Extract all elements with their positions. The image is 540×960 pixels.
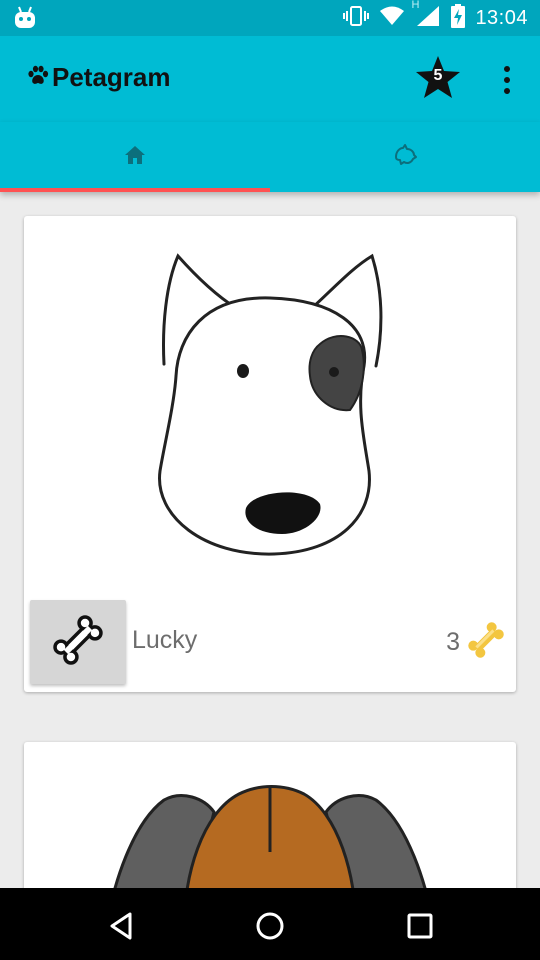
- tab-home[interactable]: [0, 122, 270, 192]
- pet-card: Lucky 3: [24, 216, 516, 692]
- star-icon: [414, 56, 462, 106]
- pet-photo: [84, 216, 456, 594]
- bone-icon: [50, 612, 106, 672]
- tab-bar: [0, 122, 540, 192]
- tab-pets[interactable]: [270, 122, 540, 192]
- app-bar: Petagram 5: [0, 36, 540, 122]
- signal-icon: H: [411, 0, 441, 31]
- favorites-count: 5: [433, 67, 443, 84]
- back-icon[interactable]: [102, 906, 142, 946]
- bone-icon: [464, 618, 508, 666]
- pet-list[interactable]: Lucky 3: [0, 192, 540, 888]
- status-bar: H 13:04: [0, 0, 540, 36]
- dog-icon: [392, 143, 418, 171]
- home-icon: [123, 144, 147, 170]
- paw-icon: [26, 64, 50, 92]
- navigation-bar: [0, 888, 540, 960]
- home-circle-icon[interactable]: [250, 906, 290, 946]
- android-icon: [12, 6, 38, 34]
- like-count: 3: [446, 627, 460, 656]
- pet-card: [24, 742, 516, 888]
- like-counter: 3: [446, 618, 508, 666]
- favorites-button[interactable]: 5: [414, 54, 462, 102]
- brand: Petagram: [26, 62, 171, 93]
- pet-name: Lucky: [132, 626, 198, 654]
- wifi-icon: [379, 5, 405, 31]
- like-button[interactable]: [30, 600, 126, 684]
- app-title: Petagram: [52, 62, 171, 92]
- battery-charging-icon: [451, 4, 466, 32]
- pet-photo: [64, 742, 476, 888]
- recents-icon[interactable]: [400, 906, 440, 946]
- clock: 13:04: [475, 6, 528, 29]
- vibrate-icon: [343, 5, 370, 31]
- more-vert-icon[interactable]: [492, 62, 522, 98]
